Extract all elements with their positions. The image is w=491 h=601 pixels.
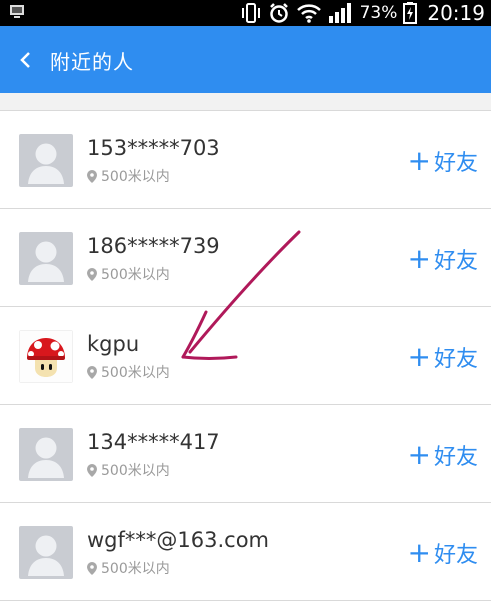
signal-icon	[328, 3, 351, 23]
app-bar: 附近的人	[0, 26, 491, 93]
add-friend-button[interactable]: + 好友	[408, 341, 478, 373]
location-pin-icon	[87, 463, 97, 477]
distance-text: 500米以内	[101, 365, 170, 381]
chevron-left-icon	[20, 52, 30, 68]
add-friend-button[interactable]: + 好友	[408, 145, 478, 177]
distance-label: 500米以内	[87, 166, 170, 186]
location-pin-icon	[87, 561, 97, 575]
default-avatar	[19, 526, 73, 579]
default-avatar	[19, 428, 73, 481]
distance-label: 500米以内	[87, 558, 170, 578]
plus-icon: +	[407, 536, 431, 569]
nearby-people-list: 153*****703 500米以内 + 好友 186*****739 500米…	[0, 110, 491, 601]
plus-icon: +	[407, 144, 431, 177]
list-item[interactable]: wgf***@163.com 500米以内 + 好友	[0, 503, 491, 601]
list-item[interactable]: 186*****739 500米以内 + 好友	[0, 209, 491, 307]
plus-icon: +	[407, 242, 431, 275]
list-item[interactable]: kgpu 500米以内 + 好友	[0, 307, 491, 405]
add-friend-button[interactable]: + 好友	[408, 537, 478, 569]
user-name: 153*****703	[87, 136, 220, 160]
distance-label: 500米以内	[87, 264, 170, 284]
add-friend-label: 好友	[433, 445, 478, 470]
status-bar: 73% 20:19	[0, 0, 491, 26]
distance-label: 500米以内	[87, 362, 170, 382]
alarm-icon	[269, 3, 288, 23]
default-avatar	[19, 232, 73, 285]
plus-icon: +	[407, 340, 431, 373]
plus-icon: +	[407, 438, 431, 471]
battery-percentage: 73%	[359, 3, 398, 23]
page-title: 附近的人	[50, 50, 134, 74]
distance-label: 500米以内	[87, 460, 170, 480]
monitor-icon	[10, 5, 24, 18]
add-friend-label: 好友	[433, 347, 478, 372]
default-avatar	[19, 134, 73, 187]
location-pin-icon	[87, 169, 97, 183]
location-pin-icon	[87, 267, 97, 281]
user-name: wgf***@163.com	[87, 528, 270, 552]
list-item[interactable]: 153*****703 500米以内 + 好友	[0, 111, 491, 209]
vibrate-icon	[241, 3, 260, 23]
add-friend-label: 好友	[433, 249, 478, 274]
distance-text: 500米以内	[101, 267, 170, 283]
status-icons: 73% 20:19	[240, 0, 485, 26]
user-name: 186*****739	[87, 234, 220, 258]
add-friend-button[interactable]: + 好友	[408, 243, 478, 275]
list-item[interactable]: 134*****417 500米以内 + 好友	[0, 405, 491, 503]
distance-text: 500米以内	[101, 561, 170, 577]
battery-charging-icon	[403, 2, 418, 24]
back-button[interactable]	[10, 44, 42, 76]
distance-text: 500米以内	[101, 169, 170, 185]
wifi-icon	[296, 4, 321, 23]
user-name: 134*****417	[87, 430, 220, 454]
distance-text: 500米以内	[101, 463, 170, 479]
user-name: kgpu	[87, 332, 140, 356]
add-friend-label: 好友	[433, 543, 478, 568]
add-friend-button[interactable]: + 好友	[408, 439, 478, 471]
clock: 20:19	[427, 1, 485, 25]
location-pin-icon	[87, 365, 97, 379]
mushroom-avatar	[19, 330, 73, 383]
add-friend-label: 好友	[433, 151, 478, 176]
